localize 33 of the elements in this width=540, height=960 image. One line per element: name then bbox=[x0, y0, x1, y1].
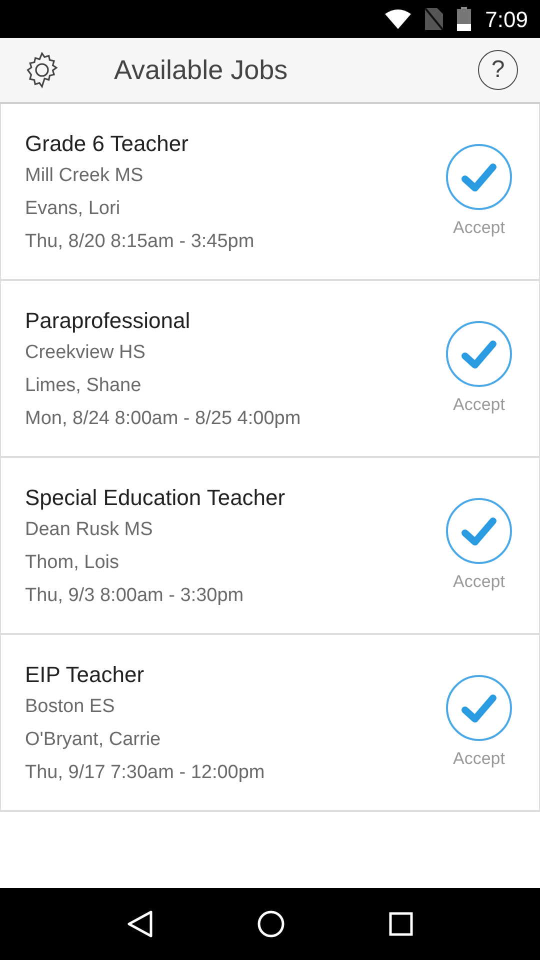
recents-icon[interactable] bbox=[389, 912, 413, 936]
help-button[interactable]: ? bbox=[478, 50, 518, 90]
accept-button[interactable]: Accept bbox=[445, 674, 513, 772]
accept-button[interactable]: Accept bbox=[445, 496, 513, 594]
school-name: Mill Creek MS bbox=[25, 164, 144, 188]
check-icon bbox=[445, 496, 513, 565]
page-title: Available Jobs bbox=[114, 54, 289, 87]
school-name: Boston ES bbox=[25, 695, 116, 719]
no-sim-icon bbox=[425, 8, 444, 30]
job-title: EIP Teacher bbox=[25, 661, 146, 689]
school-name: Dean Rusk MS bbox=[25, 518, 154, 542]
job-title: Special Education Teacher bbox=[25, 484, 286, 512]
back-icon[interactable] bbox=[127, 910, 153, 938]
job-title: Grade 6 Teacher bbox=[25, 130, 190, 158]
contact-name: Thom, Lois bbox=[25, 551, 120, 575]
battery-icon bbox=[457, 7, 472, 31]
check-icon bbox=[445, 320, 513, 388]
contact-name: O'Bryant, Carrie bbox=[25, 728, 162, 752]
accept-button[interactable]: Accept bbox=[445, 320, 513, 418]
check-icon bbox=[445, 674, 513, 742]
check-icon bbox=[445, 142, 513, 211]
job-schedule: Thu, 8/20 8:15am - 3:45pm bbox=[25, 230, 256, 254]
accept-button[interactable]: Accept bbox=[445, 142, 513, 240]
wifi-icon bbox=[385, 9, 412, 29]
job-title: Paraprofessional bbox=[25, 307, 192, 335]
job-schedule: Mon, 8/24 8:00am - 8/25 4:00pm bbox=[25, 407, 302, 431]
contact-name: Limes, Shane bbox=[25, 374, 142, 398]
status-time: 7:09 bbox=[485, 6, 528, 34]
job-schedule: Thu, 9/3 8:00am - 3:30pm bbox=[25, 584, 245, 608]
contact-name: Evans, Lori bbox=[25, 197, 122, 221]
school-name: Creekview HS bbox=[25, 341, 146, 365]
home-icon[interactable] bbox=[257, 910, 285, 938]
job-schedule: Thu, 9/17 7:30am - 12:00pm bbox=[25, 761, 266, 785]
